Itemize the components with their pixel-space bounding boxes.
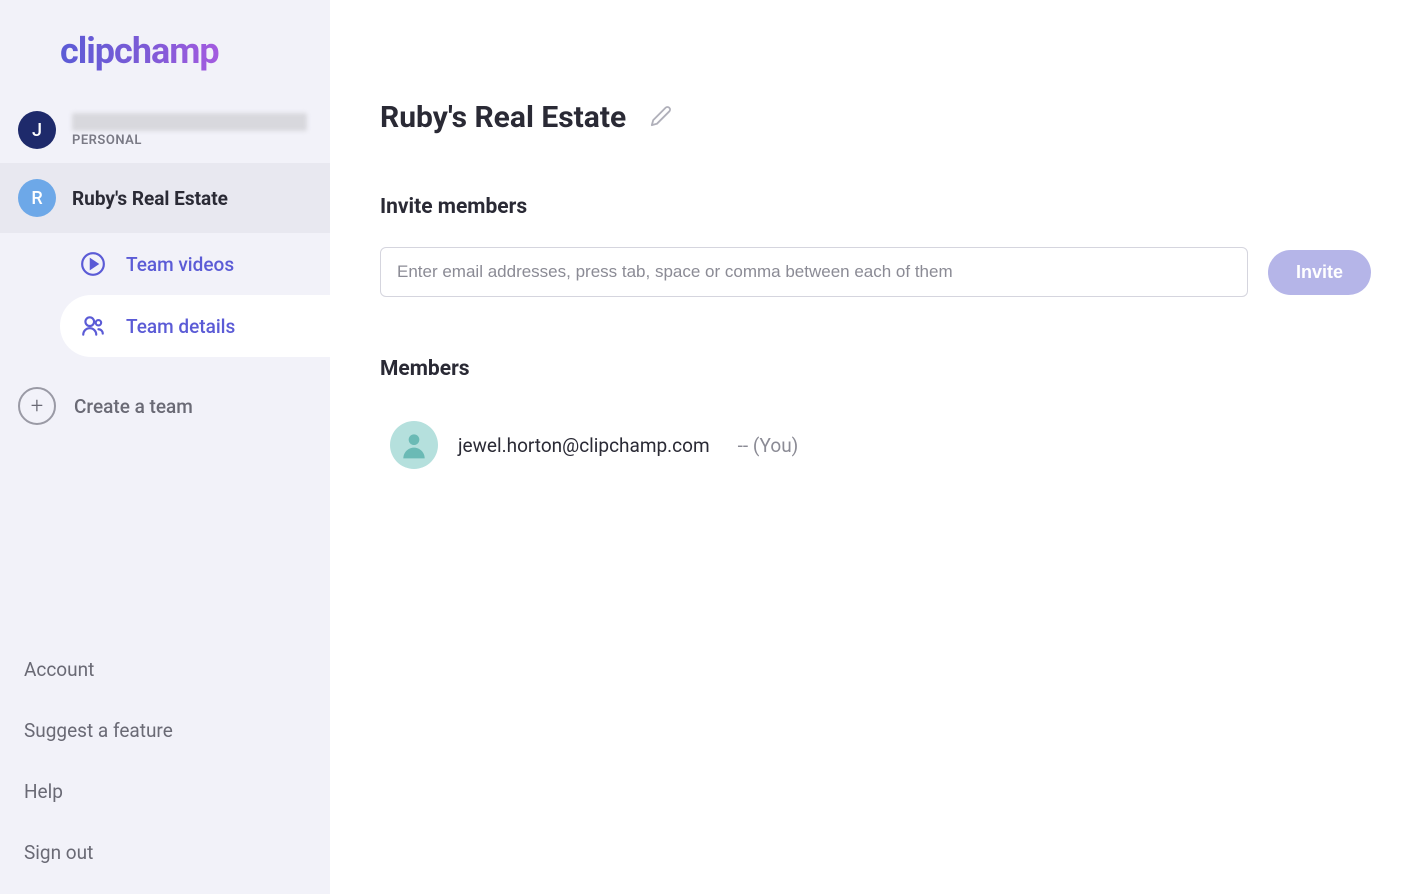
play-icon [80, 251, 106, 277]
invite-button[interactable]: Invite [1268, 250, 1371, 295]
member-avatar [390, 421, 438, 469]
pencil-icon[interactable] [650, 105, 672, 131]
personal-account-item[interactable]: J PERSONAL [0, 97, 330, 163]
workspace-item[interactable]: R Ruby's Real Estate [0, 163, 330, 233]
sidebar-spacer [0, 443, 330, 658]
workspace-avatar: R [18, 179, 56, 217]
footer-links: Account Suggest a feature Help Sign out [0, 658, 330, 894]
nav-team-videos-label: Team videos [126, 253, 234, 276]
personal-email-redacted [72, 113, 307, 131]
logo-area: clipchamp [0, 20, 330, 97]
invite-email-input[interactable] [380, 247, 1248, 297]
brand-logo[interactable]: clipchamp [60, 30, 330, 72]
members-heading: Members [380, 357, 1371, 381]
personal-account-text: PERSONAL [72, 113, 307, 148]
footer-suggest[interactable]: Suggest a feature [24, 719, 306, 742]
footer-help[interactable]: Help [24, 780, 306, 803]
people-icon [80, 313, 106, 339]
page-title-row: Ruby's Real Estate [380, 100, 1371, 135]
footer-sign-out[interactable]: Sign out [24, 841, 306, 864]
member-you-label: -- (You) [738, 434, 799, 457]
page-title: Ruby's Real Estate [380, 100, 626, 135]
personal-avatar: J [18, 111, 56, 149]
invite-heading: Invite members [380, 195, 1371, 219]
member-row: jewel.horton@clipchamp.com -- (You) [380, 409, 1371, 481]
main-content: Ruby's Real Estate Invite members Invite… [330, 0, 1421, 894]
sidebar: clipchamp J PERSONAL R Ruby's Real Estat… [0, 0, 330, 894]
workspace-name: Ruby's Real Estate [72, 187, 228, 210]
nav-team-videos[interactable]: Team videos [0, 233, 330, 295]
create-team-label: Create a team [74, 395, 193, 418]
personal-label: PERSONAL [72, 133, 307, 148]
footer-account[interactable]: Account [24, 658, 306, 681]
plus-icon: + [18, 387, 56, 425]
nav-team-details[interactable]: Team details [60, 295, 330, 357]
nav-team-details-label: Team details [126, 315, 235, 338]
create-team-button[interactable]: + Create a team [0, 357, 330, 443]
invite-row: Invite [380, 247, 1371, 297]
member-email: jewel.horton@clipchamp.com [458, 434, 710, 457]
